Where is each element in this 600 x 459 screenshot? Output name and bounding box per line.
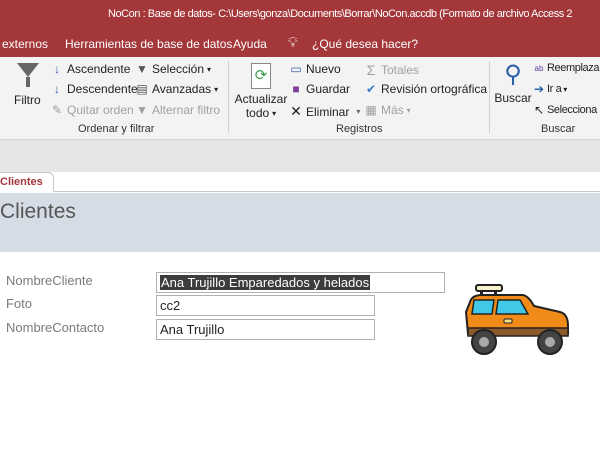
label: Guardar [306,82,351,96]
ribbon-gap [0,140,600,172]
label: Buscar [494,91,532,105]
filter-selection-icon: ▼ [136,62,148,76]
label: Selecciona [547,104,597,116]
label: Reemplaza [547,62,600,74]
label: Revisión ortográfica [381,82,488,96]
select-button[interactable]: ↖ Selecciona [533,103,597,117]
advanced-button[interactable]: ▤ Avanzadas ▾ [135,82,218,96]
divider [228,61,229,133]
refresh-icon: ⟳ [251,63,271,89]
label: todo [245,106,270,120]
car-picture [464,284,569,355]
label: Más [381,103,404,117]
label-nombre-cliente: NombreCliente [6,273,93,288]
toggle-filter-icon: ▼ [136,103,148,117]
filter-label: Filtro [14,93,41,107]
label-nombre-contacto: NombreContacto [6,320,105,335]
cursor-icon: ↖ [533,103,545,117]
go-to-button[interactable]: ➔ Ir a ▾ [533,82,567,96]
save-button[interactable]: ■ Guardar [289,82,350,96]
sort-ascending-icon: ↓ [54,62,60,76]
save-icon: ■ [292,82,300,96]
clear-sort-button[interactable]: ✎ Quitar orden [50,103,134,117]
label: Actualizar [234,92,288,106]
lightbulb-icon: 💡︎ [288,34,298,50]
label: Alternar filtro [152,103,221,117]
advanced-filter-icon: ▤ [136,82,148,96]
totals-button[interactable]: Σ Totales [364,62,419,78]
nombre-cliente-field[interactable]: Ana Trujillo Emparedados y helados [156,272,445,293]
window-title: NoCon : Base de datos- C:\Users\gonza\Do… [108,8,573,20]
replace-button[interactable]: ab Reemplaza [533,62,600,74]
document-tabs: Clientes [0,172,600,192]
more-icon: ▦ [365,103,377,117]
tab-clientes[interactable]: Clientes [0,172,54,192]
nombre-contacto-field[interactable]: Ana Trujillo [156,319,375,340]
label: Totales [381,63,420,77]
magnifier-icon: ⚲ [504,61,522,88]
label: Descendente [67,82,138,96]
spelling-button[interactable]: ✔ Revisión ortográfica [364,82,487,96]
divider [489,61,490,133]
toggle-filter-button[interactable]: ▼ Alternar filtro [135,103,220,117]
replace-icon: ab [534,63,544,73]
menu-database-tools[interactable]: Herramientas de base de datos [65,37,232,51]
filter-button[interactable]: Filtro [14,61,42,107]
sigma-icon: Σ [366,62,376,78]
title-bar: NoCon : Base de datos- C:\Users\gonza\Do… [0,0,600,30]
group-label-records: Registros [336,123,383,135]
sort-ascending-button[interactable]: ↓ Ascendente [50,62,130,76]
group-label-find: Buscar [541,123,576,135]
arrow-right-icon: ➔ [533,82,545,96]
spelling-check-icon: ✔ [365,82,377,96]
find-button[interactable]: ⚲ Buscar [494,61,532,105]
label: Nuevo [306,62,341,76]
delete-icon: ✕ [290,103,302,119]
delete-button[interactable]: ✕ Eliminar ▾ [289,103,360,120]
label: Ascendente [67,62,131,76]
selection-button[interactable]: ▼ Selección ▾ [135,62,211,76]
label-foto: Foto [6,296,33,311]
refresh-all-button[interactable]: ⟳ Actualizar todo ▾ [234,61,288,120]
more-button[interactable]: ▦ Más ▾ [364,103,410,117]
form-header: Clientes [0,193,600,252]
filter-icon [17,63,39,77]
group-label-sort-filter: Ordenar y filtrar [78,123,155,135]
new-record-icon: ▭ [290,62,302,76]
menu-bar: externos Herramientas de base de datos A… [0,30,600,57]
ribbon: Filtro ↓ Ascendente ↓ Descendente ✎ Quitar … [0,57,600,140]
menu-help[interactable]: Ayuda [233,37,267,51]
foto-field[interactable]: cc2 [156,295,375,316]
tell-me-search[interactable]: ¿Qué desea hacer? [312,37,418,51]
label: Avanzadas [152,82,212,96]
menu-external-data[interactable]: externos [2,37,48,51]
label: Selección [152,62,205,76]
sort-descending-icon: ↓ [54,82,60,96]
form-title: Clientes [0,200,76,223]
clear-sort-icon: ✎ [51,103,63,117]
new-record-button[interactable]: ▭ Nuevo [289,62,341,76]
field-value: Ana Trujillo Emparedados y helados [160,275,371,290]
label: Ir a [547,83,562,95]
label: Quitar orden [67,103,134,117]
sort-descending-button[interactable]: ↓ Descendente [50,82,138,96]
label: Eliminar [306,104,350,119]
